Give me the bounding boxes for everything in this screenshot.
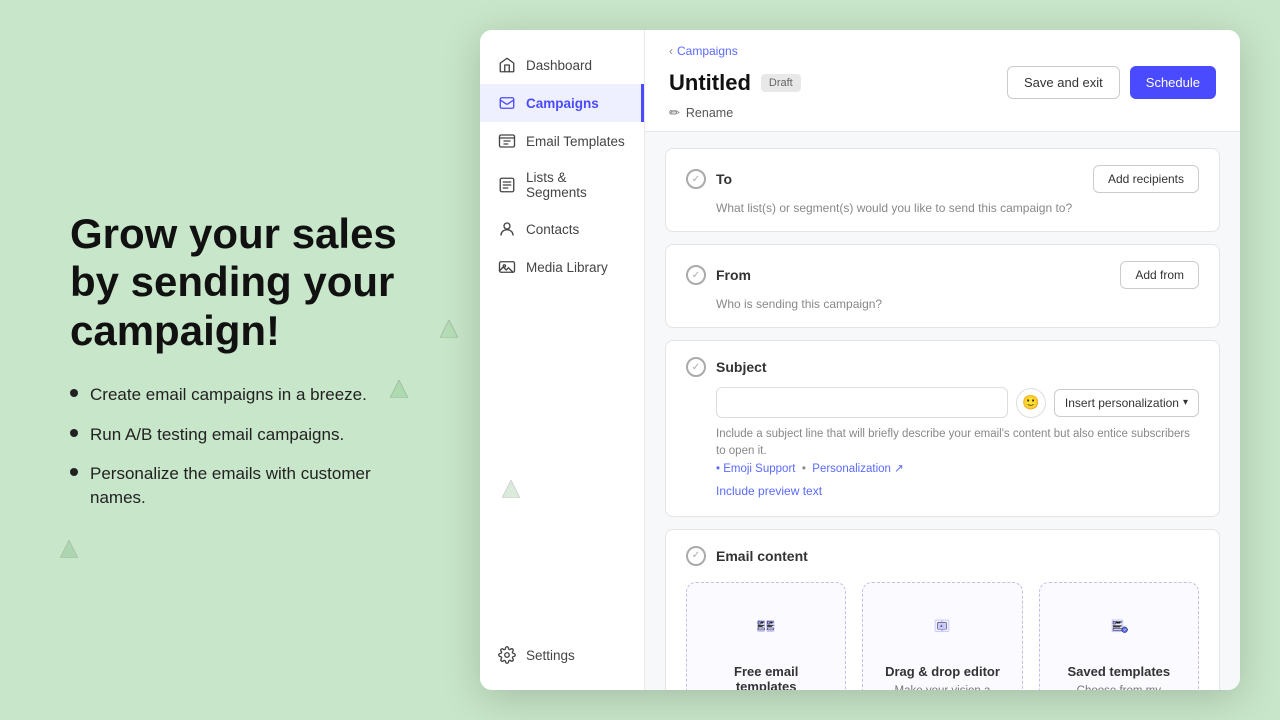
free-templates-card-title: Free email templates xyxy=(703,664,829,690)
subject-input[interactable] xyxy=(716,387,1008,418)
sidebar-item-lists-segments[interactable]: Lists & Segments xyxy=(480,160,644,210)
subject-hint-text: Include a subject line that will briefly… xyxy=(716,428,1190,457)
subject-check-icon xyxy=(686,357,706,377)
bullet-dot xyxy=(70,468,78,476)
subject-hints: Include a subject line that will briefly… xyxy=(716,426,1199,500)
bullet-text-1: Create email campaigns in a breeze. xyxy=(90,383,367,407)
to-title: To xyxy=(716,171,732,187)
bullet-text-3: Personalize the emails with customer nam… xyxy=(90,462,430,510)
to-section: To Add recipients What list(s) or segmen… xyxy=(665,148,1220,232)
saved-templates-card-title: Saved templates xyxy=(1068,664,1171,679)
subject-title: Subject xyxy=(716,359,767,375)
bullet-dot xyxy=(70,429,78,437)
sidebar-label-contacts: Contacts xyxy=(526,222,579,237)
lists-icon xyxy=(498,176,516,194)
personalization-link[interactable]: Personalization ↗ xyxy=(812,463,903,475)
subject-section-header: Subject xyxy=(686,357,1199,377)
sidebar-label-dashboard: Dashboard xyxy=(526,58,592,73)
saved-templates-card: Saved templates Choose from my templates… xyxy=(1039,582,1199,690)
drag-drop-card-desc: Make your vision a reality! xyxy=(879,683,1005,690)
contacts-icon xyxy=(498,220,516,238)
rename-button[interactable]: Rename xyxy=(686,106,733,120)
sidebar-item-dashboard[interactable]: Dashboard xyxy=(480,46,644,84)
emoji-support-link[interactable]: • Emoji Support xyxy=(716,463,795,475)
chevron-down-icon: ▾ xyxy=(1183,397,1188,408)
home-icon xyxy=(498,56,516,74)
rename-row: ✏ Rename xyxy=(669,105,1216,121)
breadcrumb-arrow-icon: ‹ xyxy=(669,44,673,58)
add-recipients-button[interactable]: Add recipients xyxy=(1093,165,1199,193)
sidebar-item-campaigns[interactable]: Campaigns xyxy=(480,84,644,122)
sidebar-spacer xyxy=(480,286,644,636)
hero-title: Grow your sales by sending your campaign… xyxy=(70,210,430,355)
sidebar-item-settings[interactable]: Settings xyxy=(480,636,644,674)
bullet-item-1: Create email campaigns in a breeze. xyxy=(70,383,430,407)
header-actions: Save and exit Schedule xyxy=(1007,66,1216,99)
bullet-text-2: Run A/B testing email campaigns. xyxy=(90,423,344,447)
sidebar-label-lists-segments: Lists & Segments xyxy=(526,170,626,200)
from-subtitle: Who is sending this campaign? xyxy=(716,297,1199,311)
main-content: ‹ Campaigns Untitled Draft Save and exit… xyxy=(645,30,1240,690)
bullet-item-3: Personalize the emails with customer nam… xyxy=(70,462,430,510)
title-area: Untitled Draft xyxy=(669,70,801,96)
content-cards: Free email templates Choose from library… xyxy=(686,582,1199,690)
bullet-dot xyxy=(70,389,78,397)
from-section-header: From Add from xyxy=(686,261,1199,289)
sidebar-label-email-templates: Email Templates xyxy=(526,134,625,149)
from-section: From Add from Who is sending this campai… xyxy=(665,244,1220,328)
saved-templates-icon-area xyxy=(1084,599,1154,654)
drag-drop-card-title: Drag & drop editor xyxy=(885,664,1000,679)
bullet-item-2: Run A/B testing email campaigns. xyxy=(70,423,430,447)
schedule-button[interactable]: Schedule xyxy=(1130,66,1216,99)
emoji-button[interactable]: 🙂 xyxy=(1016,388,1046,418)
add-from-button[interactable]: Add from xyxy=(1120,261,1199,289)
breadcrumb: ‹ Campaigns xyxy=(669,44,1216,58)
header-row: Untitled Draft Save and exit Schedule xyxy=(669,66,1216,99)
draft-badge: Draft xyxy=(761,74,801,92)
app-window: Dashboard Campaigns Email Templates List… xyxy=(480,30,1240,690)
sidebar-item-email-templates[interactable]: Email Templates xyxy=(480,122,644,160)
subject-input-row: 🙂 Insert personalization ▾ xyxy=(716,387,1199,418)
insert-personalization-label: Insert personalization xyxy=(1065,396,1179,410)
breadcrumb-text[interactable]: Campaigns xyxy=(677,44,738,58)
email-content-header: Email content xyxy=(686,546,1199,566)
left-panel: Grow your sales by sending your campaign… xyxy=(20,170,480,550)
page-header: ‹ Campaigns Untitled Draft Save and exit… xyxy=(645,30,1240,132)
campaigns-icon xyxy=(498,94,516,112)
bullet-list: Create email campaigns in a breeze. Run … xyxy=(70,383,430,510)
rename-icon: ✏ xyxy=(669,105,680,121)
to-subtitle: What list(s) or segment(s) would you lik… xyxy=(716,201,1199,215)
to-section-header: To Add recipients xyxy=(686,165,1199,193)
sidebar-item-contacts[interactable]: Contacts xyxy=(480,210,644,248)
email-content-section: Email content xyxy=(665,529,1220,690)
saved-templates-card-desc: Choose from my templates xyxy=(1056,683,1182,690)
save-exit-button[interactable]: Save and exit xyxy=(1007,66,1120,99)
form-area: To Add recipients What list(s) or segmen… xyxy=(645,132,1240,690)
free-templates-icon-area xyxy=(731,599,801,654)
email-content-title: Email content xyxy=(716,548,808,564)
drag-drop-card: Drag & drop editor Make your vision a re… xyxy=(862,582,1022,690)
from-check-icon xyxy=(686,265,706,285)
email-templates-icon xyxy=(498,132,516,150)
from-title: From xyxy=(716,267,751,283)
drag-drop-icon-area xyxy=(907,599,977,654)
content-check-icon xyxy=(686,546,706,566)
sidebar-label-media-library: Media Library xyxy=(526,260,608,275)
preview-text-link[interactable]: Include preview text xyxy=(716,482,1199,500)
settings-label: Settings xyxy=(526,648,575,663)
to-check-icon xyxy=(686,169,706,189)
insert-personalization-button[interactable]: Insert personalization ▾ xyxy=(1054,389,1199,417)
free-templates-card: Free email templates Choose from library… xyxy=(686,582,846,690)
sidebar: Dashboard Campaigns Email Templates List… xyxy=(480,30,645,690)
media-icon xyxy=(498,258,516,276)
sidebar-item-media-library[interactable]: Media Library xyxy=(480,248,644,286)
sidebar-label-campaigns: Campaigns xyxy=(526,96,599,111)
settings-icon xyxy=(498,646,516,664)
page-title: Untitled xyxy=(669,70,751,96)
subject-section: Subject 🙂 Insert personalization ▾ Inclu… xyxy=(665,340,1220,517)
